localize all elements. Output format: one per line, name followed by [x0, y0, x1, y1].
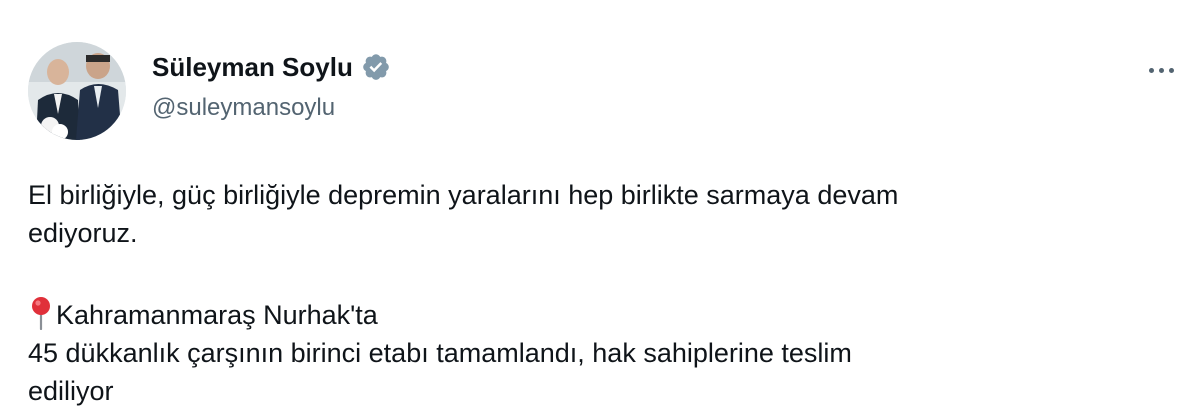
more-horizontal-icon: [1158, 67, 1164, 73]
tweet-text-line-1: El birliğiyle, güç birliğiyle depremin y…: [28, 180, 899, 210]
tweet-text-line-4: 45 dükkanlık çarşının birinci etabı tama…: [28, 338, 852, 368]
author-name-text[interactable]: Süleyman Soylu: [152, 50, 353, 84]
author-handle[interactable]: @suleymansoylu: [152, 92, 335, 124]
tweet-text-line-3: Kahramanmaraş Nurhak'ta: [56, 300, 378, 330]
more-options-button[interactable]: [1138, 52, 1184, 88]
round-pushpin-icon: [32, 297, 50, 330]
profile-photo-icon: [28, 42, 126, 140]
author-avatar[interactable]: [28, 42, 126, 140]
tweet-card: Süleyman Soylu @suleymansoylu El birliği…: [0, 0, 1200, 420]
more-horizontal-icon: [1168, 67, 1174, 73]
author-name[interactable]: Süleyman Soylu: [152, 50, 391, 84]
tweet-text-line-2: ediyoruz.: [28, 218, 138, 248]
tweet-location-line: Kahramanmaraş Nurhak'ta: [28, 296, 378, 334]
verified-badge-icon: [363, 54, 389, 80]
more-horizontal-icon: [1148, 67, 1154, 73]
tweet-text-line-5: ediliyor: [28, 376, 114, 406]
